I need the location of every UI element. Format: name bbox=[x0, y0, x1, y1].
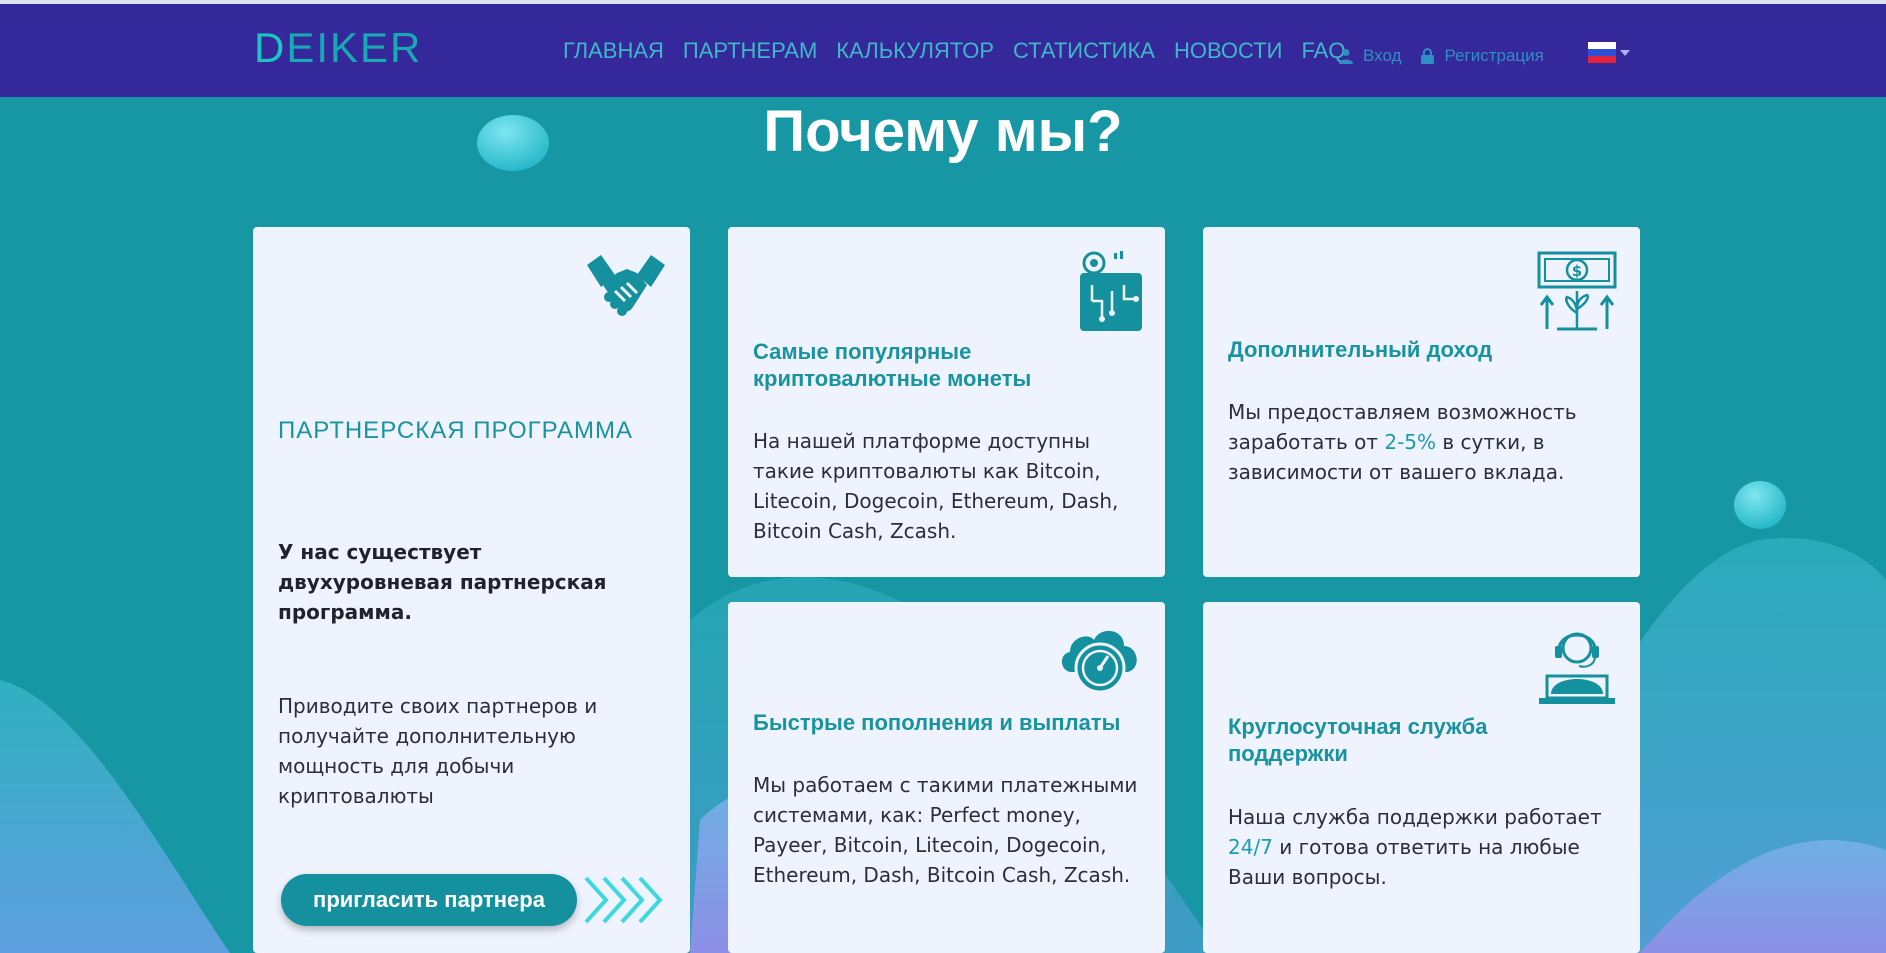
card-title: Дополнительный доход bbox=[1228, 337, 1493, 362]
card-text: На нашей платформе доступны такие крипто… bbox=[753, 429, 1119, 543]
card-fast-payments: Быстрые пополнения и выплаты Мы работаем… bbox=[728, 602, 1165, 953]
lock-icon bbox=[1421, 48, 1435, 64]
login-link[interactable]: Вход bbox=[1339, 46, 1401, 66]
crypto-wallet-icon bbox=[1080, 251, 1142, 331]
card-title: ПАРТНЕРСКАЯ ПРОГРАММА bbox=[278, 417, 634, 444]
bubble-right bbox=[1734, 481, 1786, 529]
main-nav: ГЛАВНАЯ ПАРТНЕРАМ КАЛЬКУЛЯТОР СТАТИСТИКА… bbox=[563, 38, 1364, 64]
nav-item-partners[interactable]: ПАРТНЕРАМ bbox=[683, 38, 817, 64]
money-growth-icon: $ bbox=[1537, 251, 1617, 331]
card-support: Круглосуточная служба поддержки Наша слу… bbox=[1203, 602, 1640, 953]
card-text: Мы предоставляем возможность заработать … bbox=[1228, 400, 1577, 484]
svg-text:$: $ bbox=[1572, 262, 1582, 280]
nav-item-home[interactable]: ГЛАВНАЯ bbox=[563, 38, 664, 64]
chevrons-right-icon bbox=[584, 876, 663, 924]
top-navbar: DEIKER ГЛАВНАЯ ПАРТНЕРАМ КАЛЬКУЛЯТОР СТА… bbox=[0, 4, 1886, 97]
card-popular-coins: Самые популярные криптовалютные монеты Н… bbox=[728, 227, 1165, 577]
site-logo[interactable]: DEIKER bbox=[254, 24, 422, 72]
language-selector[interactable] bbox=[1588, 42, 1630, 63]
card-partner-program: ПАРТНЕРСКАЯ ПРОГРАММА У нас существует д… bbox=[253, 227, 690, 953]
user-icon bbox=[1339, 49, 1353, 64]
income-percent: 2-5% bbox=[1384, 430, 1437, 454]
nav-item-news[interactable]: НОВОСТИ bbox=[1174, 38, 1282, 64]
nav-item-calculator[interactable]: КАЛЬКУЛЯТОР bbox=[836, 38, 994, 64]
card-text: Мы работаем с такими платежными системам… bbox=[753, 773, 1138, 887]
handshake-icon bbox=[587, 255, 665, 316]
cloud-speedometer-icon bbox=[1061, 630, 1137, 694]
card-title: Самые популярные криптовалютные монеты bbox=[753, 339, 1032, 391]
chevron-down-icon bbox=[1620, 49, 1630, 56]
hill-left bbox=[0, 680, 230, 953]
auth-links: Вход Регистрация bbox=[1339, 46, 1544, 66]
register-link[interactable]: Регистрация bbox=[1421, 46, 1544, 66]
section-title: Почему мы? bbox=[763, 99, 1123, 164]
card-title: Быстрые пополнения и выплаты bbox=[753, 710, 1121, 735]
card-bold-text: У нас существует двухуровневая партнерск… bbox=[278, 540, 607, 624]
nav-item-statistics[interactable]: СТАТИСТИКА bbox=[1013, 38, 1155, 64]
card-title: Круглосуточная служба поддержки bbox=[1228, 714, 1488, 766]
card-additional-income: $ Дополнительный доход Мы предоставляем … bbox=[1203, 227, 1640, 577]
support-operator-icon bbox=[1539, 632, 1615, 704]
card-text: Наша служба поддержки работает 24/7 и го… bbox=[1228, 805, 1602, 889]
invite-partner-button[interactable]: пригласить партнера bbox=[281, 874, 577, 926]
support-hours: 24/7 bbox=[1228, 835, 1273, 859]
ru-flag-icon bbox=[1588, 42, 1616, 63]
card-text: Приводите своих партнеров и получайте до… bbox=[278, 694, 598, 808]
